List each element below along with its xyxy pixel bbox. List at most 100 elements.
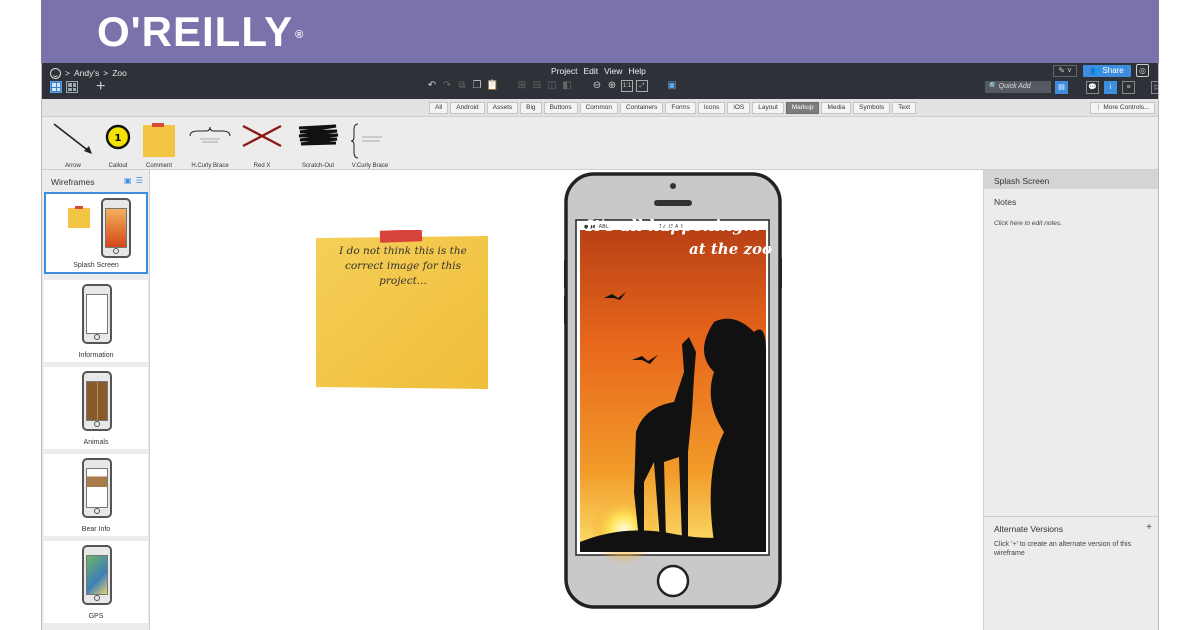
more-controls-button[interactable]: ⋮ More Controls... <box>1090 102 1155 114</box>
zoom-out-icon[interactable]: ⊖ <box>591 80 603 92</box>
alternate-versions-title: Alternate Versions <box>994 524 1063 534</box>
filter-tab-big[interactable]: Big <box>520 102 542 114</box>
sticky-note-text: I do not think this is the correct image… <box>339 245 467 287</box>
library-item-arrow[interactable]: Arrow <box>53 122 93 169</box>
smiley-icon[interactable] <box>50 67 61 79</box>
group-icon[interactable]: ⊞ <box>516 80 528 92</box>
layout-icon[interactable]: ▤ <box>1055 81 1068 94</box>
filter-tab-all[interactable]: All <box>429 102 449 114</box>
phone-thumbnail <box>82 545 112 605</box>
filter-tab-assets[interactable]: Assets <box>486 102 519 114</box>
add-wireframe-icon[interactable]: + <box>96 79 105 95</box>
h-curly-brace-shape <box>189 126 231 143</box>
library-item-scratch-out[interactable]: Scratch-Out <box>294 122 342 169</box>
sticky-note-icon <box>68 206 90 228</box>
breadcrumb: > Andy's > Zoo <box>50 66 127 80</box>
edit-mode-icon[interactable]: ✎ ˅ <box>1053 65 1077 77</box>
wireframe-thumb-animals[interactable]: Animals <box>44 367 148 449</box>
wireframe-label: Information <box>78 352 114 359</box>
filter-tab-ios[interactable]: iOS <box>727 102 751 114</box>
library-item-h-curly-brace[interactable]: H.Curly Brace <box>186 122 234 169</box>
fit-to-screen-icon[interactable]: ⤢ <box>636 80 648 92</box>
oreilly-banner: O'REILLY ® <box>41 0 1159 63</box>
iphone-mockup[interactable]: ●●● ABC 12:03 AM It's all happening... a… <box>564 172 782 609</box>
phone-thumbnail <box>82 371 112 431</box>
zoom-in-icon[interactable]: ⊕ <box>606 80 618 92</box>
filter-tab-markup[interactable]: Markup <box>785 102 820 114</box>
phone-thumbnail <box>82 284 112 344</box>
wireframe-thumb-splash-screen[interactable]: Splash Screen <box>44 192 148 274</box>
bring-forward-icon[interactable]: ◫ <box>546 80 558 92</box>
grid-view-icon[interactable] <box>66 81 78 93</box>
ungroup-icon[interactable]: ⊟ <box>531 80 543 92</box>
lock-icon[interactable]: ▣ <box>666 80 678 92</box>
filter-tab-layout[interactable]: Layout <box>752 102 784 114</box>
quick-add-input[interactable]: 🔍 Quick Add <box>985 81 1051 93</box>
toolbar: ↶ ↷ ⧉ ❐ 📋 ⊞ ⊟ ◫ ◧ ⊖ ⊕ 1:1 ⤢ ▣ <box>426 80 678 92</box>
menu-edit[interactable]: Edit <box>583 66 598 76</box>
library-label: Comment <box>145 163 172 169</box>
wireframes-title: Wireframes <box>51 177 95 187</box>
notes-editor[interactable]: Click here to edit notes. <box>994 220 1062 227</box>
filter-tab-media[interactable]: Media <box>821 102 852 114</box>
settings-icon[interactable]: ◎ <box>1136 64 1149 77</box>
properties-title: Splash Screen <box>984 170 1158 189</box>
panel-view-icons[interactable]: ▣ ☰ <box>124 176 144 185</box>
menu-project[interactable]: Project <box>551 66 577 76</box>
wireframe-thumb-gps[interactable]: GPS <box>44 541 148 623</box>
breadcrumb-project[interactable]: Andy's <box>74 68 99 78</box>
wireframe-label: Animals <box>83 439 109 446</box>
library-filter-bar: All Android Assets Big Buttons Common Containe… <box>42 99 1158 117</box>
library-label: Red X <box>253 163 271 169</box>
balsamiq-app: > Andy's > Zoo Project Edit View Help + … <box>41 63 1159 630</box>
filter-tab-symbols[interactable]: Symbols <box>853 102 891 114</box>
menu-bar: Project Edit View Help <box>551 66 646 76</box>
menu-view[interactable]: View <box>604 66 622 76</box>
list-icon[interactable]: ≡ <box>1122 81 1135 94</box>
sticky-note[interactable]: I do not think this is the correct image… <box>316 230 488 389</box>
comments-icon[interactable]: 💬 <box>1086 81 1099 94</box>
copy-icon[interactable]: ❐ <box>471 80 483 92</box>
arrow-shape <box>53 123 92 154</box>
present-icon[interactable]: ▷ <box>1151 81 1158 94</box>
actual-size-icon[interactable]: 1:1 <box>621 80 633 92</box>
library-item-v-curly-brace[interactable]: V.Curly Brace <box>348 122 392 169</box>
wireframe-thumb-bear-info[interactable]: Bear Info <box>44 454 148 536</box>
single-view-icon[interactable] <box>50 81 62 93</box>
breadcrumb-separator: > <box>103 68 109 78</box>
view-switcher: + <box>50 79 105 95</box>
library-label: Scratch-Out <box>301 163 334 169</box>
filter-tab-common[interactable]: Common <box>579 102 618 114</box>
redo-icon[interactable]: ↷ <box>441 80 453 92</box>
red-x-shape <box>242 124 282 148</box>
filter-tab-icons[interactable]: Icons <box>697 102 726 114</box>
duplicate-icon[interactable]: ⧉ <box>456 80 468 92</box>
wireframe-canvas[interactable]: I do not think this is the correct image… <box>150 170 983 630</box>
filter-tab-buttons[interactable]: Buttons <box>543 102 578 114</box>
quick-add-placeholder: Quick Add <box>998 83 1031 90</box>
menu-help[interactable]: Help <box>628 66 645 76</box>
library-label: H.Curly Brace <box>191 163 229 169</box>
library-item-red-x[interactable]: Red X <box>240 122 284 169</box>
panel-toggles: ▤ 💬 i ≡ ▷ <box>1055 81 1158 94</box>
callout-shape: 1 <box>105 124 131 150</box>
filter-tab-containers[interactable]: Containers <box>619 102 664 114</box>
info-icon[interactable]: i <box>1104 81 1117 94</box>
breadcrumb-page[interactable]: Zoo <box>112 68 127 78</box>
library-item-callout[interactable]: 1 Callout <box>100 122 136 169</box>
filter-tab-android[interactable]: Android <box>450 102 485 114</box>
phone-thumbnail <box>101 198 131 258</box>
wireframe-thumb-information[interactable]: Information <box>44 280 148 362</box>
add-alternate-button[interactable]: + <box>1146 522 1152 533</box>
splash-title-line2: at the zoo <box>689 240 772 258</box>
undo-icon[interactable]: ↶ <box>426 80 438 92</box>
ui-library: Arrow 1 Callout Comment H.Curly Brace Re… <box>42 117 1158 170</box>
share-button[interactable]: 👥 Share <box>1083 65 1131 77</box>
library-item-comment[interactable]: Comment <box>140 122 178 169</box>
top-bar: > Andy's > Zoo Project Edit View Help + … <box>42 63 1158 99</box>
filter-tab-text[interactable]: Text <box>892 102 917 114</box>
paste-icon[interactable]: 📋 <box>486 80 498 92</box>
scratch-out-shape <box>298 124 339 146</box>
filter-tab-forms[interactable]: Forms <box>665 102 696 114</box>
send-backward-icon[interactable]: ◧ <box>561 80 573 92</box>
